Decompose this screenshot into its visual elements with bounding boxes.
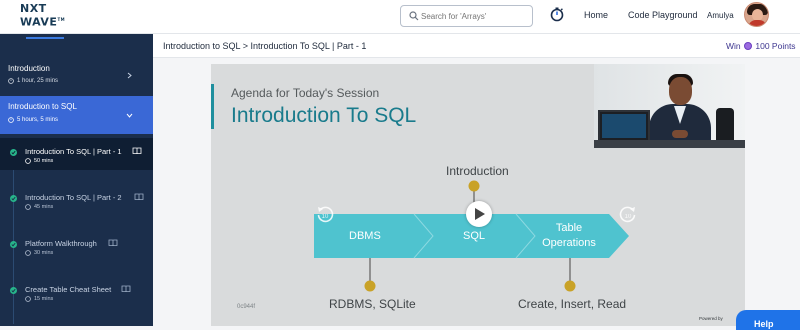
forward-10-icon[interactable]: 10	[618, 205, 638, 225]
user-avatar[interactable]	[744, 2, 769, 27]
logo-line-1: NXT	[20, 2, 47, 15]
search-box[interactable]	[400, 5, 533, 27]
nav-code-playground[interactable]: Code Playground	[628, 10, 698, 20]
book-icon	[132, 147, 142, 155]
item-duration: 50 mins	[34, 158, 54, 164]
book-icon	[108, 239, 118, 247]
help-label: Help	[754, 319, 774, 329]
sidebar-item-sql-part-1[interactable]: Introduction To SQL | Part - 1 50 mins	[0, 138, 153, 170]
item-label: Introduction To SQL | Part - 2	[25, 193, 122, 202]
sidebar-item-platform-walkthrough[interactable]: Platform Walkthrough 30 mins	[0, 230, 153, 262]
step-table-line1: Table	[555, 222, 583, 234]
sidebar-section-introduction-to-sql[interactable]: Introduction to SQL 5 hours, 5 mins	[0, 96, 153, 134]
step-dbms-label: DBMS	[349, 230, 381, 242]
svg-text:10: 10	[625, 214, 632, 220]
item-label: Introduction To SQL | Part - 1	[25, 147, 122, 156]
slide-code: 0c944f	[237, 304, 256, 310]
section-duration: 5 hours, 5 mins	[17, 117, 59, 123]
item-duration: 15 mins	[34, 296, 54, 302]
logo-line-2: WAV	[20, 15, 50, 29]
sidebar-item-sql-part-2[interactable]: Introduction To SQL | Part - 2 45 mins	[0, 184, 153, 216]
play-button[interactable]	[466, 201, 492, 227]
top-header: NXT WAVETM Home Code Playground Amulya	[0, 0, 800, 34]
powered-by-label: Powered by	[699, 316, 723, 321]
nxtwave-logo[interactable]: NXT WAVETM	[20, 3, 65, 28]
video-player[interactable]: Agenda for Today's Session Introduction …	[211, 64, 745, 326]
course-sidebar: Introduction 1 hour, 25 mins Introductio…	[0, 34, 153, 326]
play-icon	[475, 208, 485, 220]
section-title: Introduction to SQL	[8, 102, 77, 111]
win-label: Win	[726, 41, 741, 51]
scroll-indicator	[26, 37, 64, 39]
section-duration: 1 hour, 25 mins	[17, 78, 59, 84]
rewind-10-icon[interactable]: 10	[315, 205, 335, 225]
item-label: Create Table Cheat Sheet	[25, 285, 112, 294]
sidebar-item-create-table-cheat-sheet[interactable]: Create Table Cheat Sheet 15 mins	[0, 276, 153, 308]
clock-icon	[25, 296, 31, 302]
step-table-line2: Operations	[542, 237, 596, 249]
completed-check-icon	[10, 287, 17, 294]
completed-check-icon	[10, 241, 17, 248]
completed-check-icon	[10, 195, 17, 202]
book-icon	[121, 285, 131, 293]
nav-home[interactable]: Home	[584, 10, 608, 20]
stopwatch-icon[interactable]	[549, 6, 565, 22]
section-title: Introduction	[8, 64, 50, 73]
step-sql-label: SQL	[463, 230, 486, 242]
help-button[interactable]: Help	[736, 310, 800, 330]
breadcrumb[interactable]: Introduction to SQL > Introduction To SQ…	[163, 41, 366, 51]
item-label: Platform Walkthrough	[25, 239, 97, 248]
logo-tm: TM	[57, 17, 66, 22]
clock-icon	[8, 78, 14, 84]
node-create-insert-read-label: Create, Insert, Read	[518, 297, 627, 311]
instructor-webcam	[594, 64, 745, 148]
coin-icon	[744, 42, 753, 50]
win-points-value: 100 Points	[755, 41, 796, 51]
clock-icon	[8, 117, 14, 123]
book-icon	[134, 193, 144, 201]
win-points[interactable]: Win 100 Points	[726, 41, 796, 51]
chevron-right-icon[interactable]	[126, 72, 133, 79]
clock-icon	[25, 158, 31, 164]
item-duration: 45 mins	[34, 204, 54, 210]
svg-text:10: 10	[322, 214, 329, 220]
search-icon	[409, 11, 419, 21]
node-introduction-label: Introduction	[446, 164, 509, 178]
node-rdbms-label: RDBMS, SQLite	[329, 297, 416, 311]
completed-check-icon	[10, 149, 17, 156]
breadcrumb-bar: Introduction to SQL > Introduction To SQ…	[153, 34, 800, 58]
sidebar-section-introduction[interactable]: Introduction 1 hour, 25 mins	[0, 51, 153, 95]
search-input[interactable]	[421, 9, 529, 23]
item-duration: 30 mins	[34, 250, 54, 256]
chevron-down-icon[interactable]	[126, 112, 133, 119]
user-name[interactable]: Amulya	[707, 11, 734, 20]
clock-icon	[25, 204, 31, 210]
clock-icon	[25, 250, 31, 256]
step-table-operations-label: Table Operations	[541, 221, 597, 251]
